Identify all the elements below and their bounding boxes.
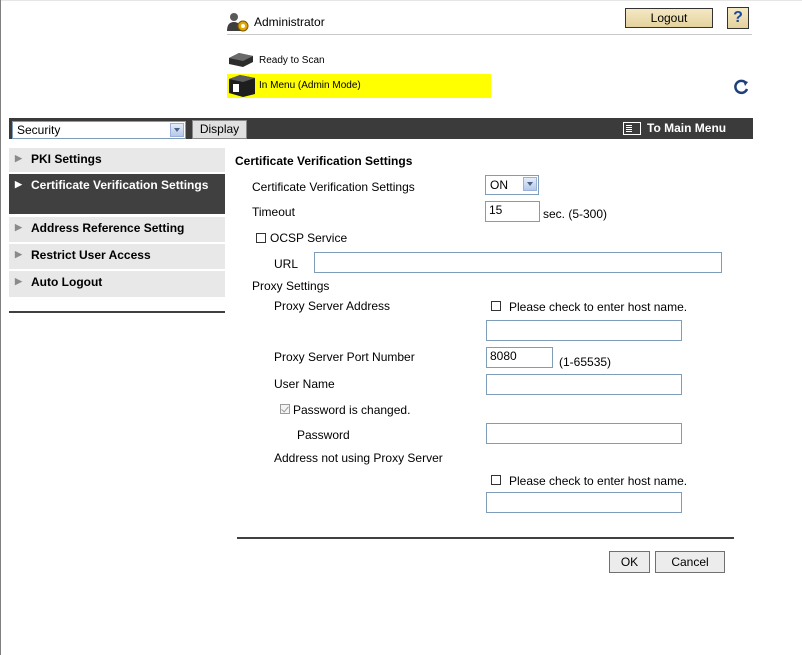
user-role-label: Administrator (254, 15, 325, 29)
triangle-right-icon: ▶ (15, 249, 22, 259)
administrator-icon (227, 12, 249, 32)
menu-status-text: In Menu (Admin Mode) (259, 80, 361, 91)
form-bottom-divider (237, 537, 734, 539)
cert-verification-select[interactable]: ON (485, 175, 539, 195)
username-input[interactable] (486, 374, 682, 395)
ocsp-service-label: OCSP Service (270, 231, 348, 245)
triangle-right-icon: ▶ (15, 222, 22, 232)
ok-button[interactable]: OK (609, 551, 650, 573)
triangle-right-icon: ▶ (15, 153, 22, 163)
password-input[interactable] (486, 423, 682, 444)
scan-status-text: Ready to Scan (259, 55, 325, 66)
logout-button[interactable]: Logout (625, 8, 713, 28)
window-left-border (0, 0, 1, 655)
timeout-range-hint: sec. (5-300) (543, 207, 608, 221)
no-proxy-address-label: Address not using Proxy Server (274, 451, 443, 465)
sidebar-item-address-reference[interactable]: ▶ Address Reference Setting (9, 217, 225, 243)
cancel-button[interactable]: Cancel (655, 551, 725, 573)
password-label: Password (297, 428, 350, 442)
help-button[interactable]: ? (727, 7, 749, 29)
proxy-hostname-check-label: Please check to enter host name. (509, 300, 688, 314)
window-top-border (0, 0, 802, 1)
proxy-port-label: Proxy Server Port Number (274, 350, 415, 364)
triangle-right-icon: ▶ (15, 179, 22, 189)
main-menu-icon[interactable] (623, 122, 641, 135)
header-divider (227, 34, 752, 35)
page-title: Certificate Verification Settings (235, 154, 413, 168)
sidebar-item-restrict-user-access[interactable]: ▶ Restrict User Access (9, 244, 225, 270)
no-proxy-hostname-check-label: Please check to enter host name. (509, 474, 688, 488)
triangle-right-icon: ▶ (15, 276, 22, 286)
chevron-down-icon (523, 177, 537, 191)
proxy-address-label: Proxy Server Address (274, 299, 391, 313)
category-select-value: Security (17, 123, 61, 137)
password-changed-checkbox[interactable] (280, 404, 290, 414)
no-proxy-address-input[interactable] (486, 492, 682, 513)
scanner-status-icon (227, 52, 255, 68)
proxy-port-input[interactable]: 8080 (486, 347, 553, 368)
password-changed-label: Password is changed. (293, 403, 411, 417)
proxy-port-range-hint: (1-65535) (559, 355, 612, 369)
url-label: URL (274, 257, 299, 271)
cert-verification-select-value: ON (490, 178, 508, 192)
username-label: User Name (274, 377, 335, 391)
sidebar-item-certificate-verification[interactable]: ▶ Certificate Verification Settings (9, 174, 225, 215)
url-input[interactable] (314, 252, 722, 273)
proxy-address-input[interactable] (486, 320, 682, 341)
chevron-down-icon (170, 123, 184, 137)
display-button[interactable]: Display (192, 120, 247, 139)
to-main-menu-link[interactable]: To Main Menu (647, 121, 726, 135)
refresh-icon[interactable] (732, 78, 750, 96)
sidebar-item-auto-logout[interactable]: ▶ Auto Logout (9, 271, 225, 298)
timeout-label: Timeout (252, 205, 295, 219)
no-proxy-hostname-checkbox[interactable] (491, 475, 501, 485)
timeout-input[interactable]: 15 (485, 201, 540, 222)
cert-verification-label: Certificate Verification Settings (252, 180, 415, 194)
sidebar-item-pki-settings[interactable]: ▶ PKI Settings (9, 148, 225, 173)
sidebar-bottom-divider (9, 311, 225, 313)
category-select[interactable]: Security (12, 121, 186, 139)
proxy-settings-label: Proxy Settings (252, 279, 330, 293)
proxy-hostname-checkbox[interactable] (491, 301, 501, 311)
device-menu-icon (228, 74, 256, 98)
ocsp-service-checkbox[interactable] (256, 233, 266, 243)
